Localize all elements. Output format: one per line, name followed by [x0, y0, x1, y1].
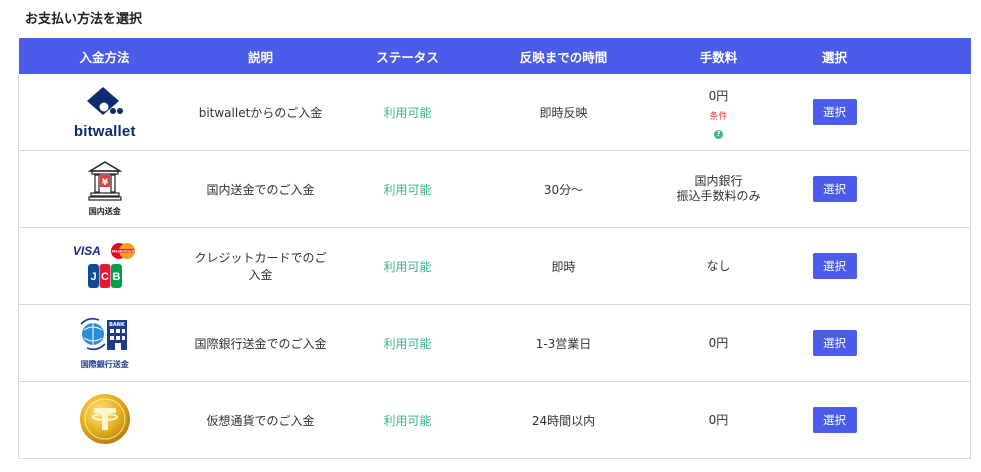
- fee-value: 0円: [708, 88, 729, 103]
- page-title: お支払い方法を選択: [25, 12, 143, 27]
- card-logos-group: VISA MasterCard J C B: [69, 242, 141, 291]
- row-fee: 0円: [642, 304, 795, 382]
- select-cell: 選択: [794, 74, 875, 151]
- bitwallet-logo-text: bitwallet: [73, 122, 136, 140]
- payment-methods-table: 入金方法 説明 ステータス 反映までの時間 手数料 選択 bitwallet b…: [18, 38, 971, 459]
- bitwallet-logo: bitwallet: [18, 74, 191, 151]
- domestic-transfer-logo: ¥ 国内送金: [18, 150, 191, 228]
- mastercard-logo-text: MasterCard: [112, 249, 135, 253]
- row-timing: 24時間以内: [484, 381, 643, 459]
- status-badge: 利用可能: [330, 150, 485, 228]
- fee-line-2: 振込手数料のみ: [676, 189, 761, 203]
- fee-condition-link[interactable]: 条件: [643, 110, 795, 125]
- status-badge: 利用可能: [330, 304, 485, 382]
- help-icon[interactable]: ?: [714, 129, 723, 139]
- row-spacer: [874, 381, 971, 459]
- visa-logo: VISA: [72, 243, 101, 258]
- row-timing: 1-3営業日: [484, 304, 643, 382]
- select-cell: 選択: [794, 381, 875, 459]
- row-description: 国際銀行送金でのご入金: [190, 304, 331, 382]
- domestic-transfer-caption: 国内送金: [88, 207, 121, 216]
- row-description: 仮想通貨でのご入金: [190, 381, 331, 459]
- status-badge: 利用可能: [330, 74, 485, 151]
- select-button[interactable]: 選択: [812, 99, 857, 125]
- row-description: bitwalletからのご入金: [190, 74, 331, 151]
- row-timing: 即時: [484, 227, 643, 305]
- jcb-logo: J C B: [87, 263, 122, 288]
- jcb-logo-b: B: [112, 271, 120, 283]
- fee-line-1: 国内銀行: [694, 174, 743, 188]
- header-description: 説明: [190, 38, 331, 74]
- table-row: ¥ 国内送金 国内送金でのご入金 利用可能 30分～ 国内銀行 振込手数料のみ …: [18, 150, 971, 228]
- tether-coin-icon: [79, 393, 130, 444]
- header-fee: 手数料: [642, 38, 795, 74]
- header-method: 入金方法: [18, 38, 191, 74]
- table-header-row: 入金方法 説明 ステータス 反映までの時間 手数料 選択: [18, 38, 971, 74]
- row-fee: なし: [642, 227, 795, 305]
- select-button[interactable]: 選択: [812, 253, 857, 279]
- credit-card-logos: VISA MasterCard J C B: [18, 227, 191, 305]
- bank-building-label: BANK: [109, 322, 126, 328]
- table-row: VISA MasterCard J C B クレジットカードでのご入金 利用可能…: [18, 227, 971, 305]
- select-button[interactable]: 選択: [812, 176, 857, 202]
- international-transfer-logo: BANK 国際銀行送金: [18, 304, 191, 382]
- row-spacer: [874, 74, 971, 151]
- row-spacer: [874, 227, 971, 305]
- jcb-logo-c: C: [101, 271, 109, 283]
- mastercard-logo: MasterCard: [110, 242, 135, 259]
- header-timing: 反映までの時間: [484, 38, 643, 74]
- header-status: ステータス: [330, 38, 485, 74]
- table-row: bitwallet bitwalletからのご入金 利用可能 即時反映 0円 条…: [18, 74, 971, 151]
- select-cell: 選択: [794, 304, 875, 382]
- row-timing: 30分～: [484, 150, 643, 228]
- table-row: 仮想通貨でのご入金 利用可能 24時間以内 0円 選択: [18, 381, 971, 459]
- bitwallet-mark-icon: [86, 86, 123, 115]
- bank-yen-icon: ¥: [87, 161, 123, 201]
- table-row: BANK 国際銀行送金 国際銀行送金でのご入金 利用可能 1-3営業日 0円 選…: [18, 304, 971, 382]
- header-select: 選択: [794, 38, 875, 74]
- row-fee: 国内銀行 振込手数料のみ: [642, 150, 795, 228]
- select-cell: 選択: [794, 150, 875, 228]
- row-timing: 即時反映: [484, 74, 643, 151]
- row-fee: 0円 条件 ?: [642, 74, 795, 151]
- svg-text:¥: ¥: [102, 178, 109, 188]
- jcb-logo-j: J: [90, 271, 96, 283]
- status-badge: 利用可能: [330, 227, 485, 305]
- status-badge: 利用可能: [330, 381, 485, 459]
- select-button[interactable]: 選択: [812, 330, 857, 356]
- select-button[interactable]: 選択: [812, 407, 857, 433]
- international-bank-icon: BANK: [80, 317, 127, 351]
- row-fee: 0円: [642, 381, 795, 459]
- row-description: 国内送金でのご入金: [190, 150, 331, 228]
- row-description: クレジットカードでのご入金: [190, 227, 331, 305]
- row-spacer: [874, 304, 971, 382]
- international-transfer-caption: 国際銀行送金: [80, 360, 129, 369]
- crypto-logo: [18, 381, 191, 459]
- select-cell: 選択: [794, 227, 875, 305]
- row-spacer: [874, 150, 971, 228]
- header-spacer: [874, 38, 971, 74]
